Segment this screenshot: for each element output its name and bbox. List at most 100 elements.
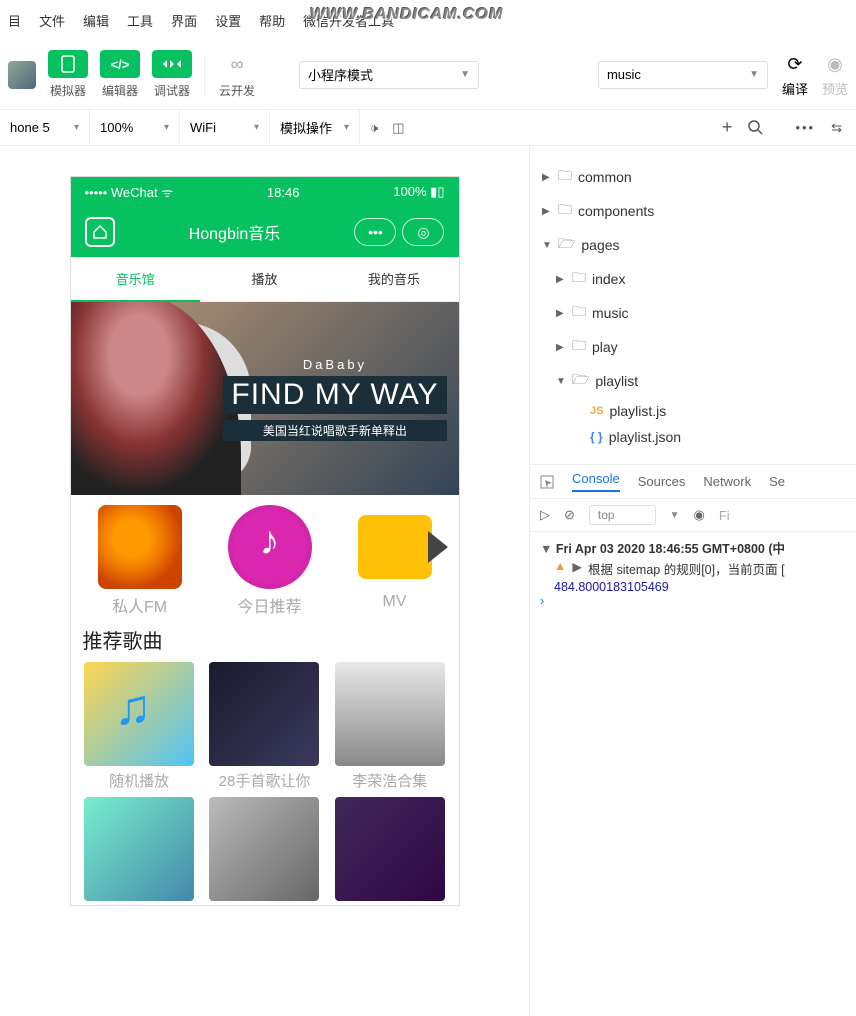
song-grid: 随机播放 28手首歌让你 李荣浩合集 — [71, 662, 459, 905]
mode-value: 小程序模式 — [308, 65, 373, 84]
tab-bar: 音乐馆 播放 我的音乐 — [71, 257, 459, 302]
compile-button[interactable]: ⟳ 编译 — [782, 51, 808, 98]
play-icon[interactable]: ▷ — [540, 507, 550, 523]
folder-icon: 🗁 — [572, 369, 589, 393]
devtab-sources[interactable]: Sources — [638, 474, 686, 489]
fm-icon — [98, 505, 182, 589]
category-mv[interactable]: MV — [358, 505, 432, 617]
simulator-label: 模拟器 — [50, 82, 86, 99]
node-label: music — [592, 305, 629, 321]
battery-icon: ▮▯ — [430, 184, 444, 199]
tab-my-music[interactable]: 我的音乐 — [329, 257, 458, 302]
console-value: 484.8000183105469 — [540, 580, 846, 594]
menu-edit[interactable]: 编辑 — [83, 11, 109, 30]
menu-window[interactable]: 目 — [8, 11, 21, 30]
add-tab-icon[interactable]: + — [722, 117, 733, 138]
folder-node[interactable]: ▶🗀common — [538, 160, 848, 194]
inspect-icon[interactable] — [540, 475, 554, 489]
devtab-network[interactable]: Network — [703, 474, 751, 489]
today-icon — [228, 505, 312, 589]
file-node[interactable]: { }playlist.json — [538, 424, 848, 450]
capsule-menu-button[interactable]: ••• — [354, 218, 396, 246]
preview-label: 预览 — [822, 79, 848, 98]
mv-icon — [358, 515, 432, 579]
banner-subtitle: 美国当红说唱歌手新单释出 — [223, 420, 446, 441]
node-label: play — [592, 339, 618, 355]
device-select[interactable]: hone 5▾ — [0, 110, 90, 145]
warning-icon: ▲ — [554, 559, 566, 578]
split-icon[interactable]: ◫ — [392, 120, 404, 136]
category-today[interactable]: 今日推荐 — [228, 505, 312, 617]
mute-icon[interactable]: 🕩 — [370, 120, 378, 136]
status-bar: ••••• WeChat ᯤ 18:46 100% ▮▯ — [71, 177, 459, 207]
folder-node[interactable]: ▶🗀components — [538, 194, 848, 228]
folder-node[interactable]: ▶🗀music — [538, 296, 848, 330]
zoom-select[interactable]: 100%▾ — [90, 110, 180, 145]
menu-help[interactable]: 帮助 — [259, 11, 285, 30]
menu-file[interactable]: 文件 — [39, 11, 65, 30]
preview-button[interactable]: ◉ 预览 — [822, 51, 848, 98]
js-icon: JS — [590, 405, 603, 417]
home-button[interactable] — [85, 217, 115, 247]
more-icon[interactable]: ••• — [795, 120, 815, 135]
banner-artist: DaBaby — [223, 357, 446, 372]
menu-tools[interactable]: 工具 — [127, 11, 153, 30]
mode-select[interactable]: 小程序模式 ▼ — [299, 61, 479, 89]
banner-title: FIND MY WAY — [223, 376, 446, 414]
console-output: ▼ Fri Apr 03 2020 18:46:55 GMT+0800 (中 ▲… — [530, 532, 856, 1016]
filter-input[interactable]: Fi — [719, 508, 730, 523]
user-avatar[interactable] — [8, 61, 36, 89]
tab-play[interactable]: 播放 — [200, 257, 329, 302]
category-fm[interactable]: 私人FM — [98, 505, 182, 617]
search-icon[interactable] — [748, 120, 763, 135]
song-card[interactable] — [205, 797, 323, 905]
folder-node[interactable]: ▶🗀index — [538, 262, 848, 296]
home-icon — [92, 224, 108, 240]
cloud-dev-button[interactable]: ∞ 云开发 — [217, 50, 257, 99]
file-node[interactable]: JS playlist.js — [538, 398, 848, 424]
section-title: 推荐歌曲 — [71, 621, 459, 662]
network-select[interactable]: WiFi▾ — [180, 110, 270, 145]
song-card[interactable]: 28手首歌让你 — [205, 662, 323, 791]
node-label: playlist.js — [609, 403, 666, 419]
folder-icon: 🗀 — [572, 301, 586, 325]
song-card[interactable]: 随机播放 — [80, 662, 198, 791]
debugger-button[interactable]: 调试器 — [152, 50, 192, 99]
carrier-text: ••••• WeChat ᯤ — [85, 183, 174, 201]
menu-settings[interactable]: 设置 — [215, 11, 241, 30]
folder-node[interactable]: ▶🗀play — [538, 330, 848, 364]
editor-button[interactable]: </> 编辑器 — [100, 50, 140, 99]
capsule-close-button[interactable]: ◎ — [402, 218, 444, 246]
caret-down-icon: ▼ — [749, 69, 759, 80]
console-timestamp: Fri Apr 03 2020 18:46:55 GMT+0800 (中 — [556, 542, 785, 556]
devtools-tabs: Console Sources Network Se — [530, 465, 856, 499]
simulator-button[interactable]: 模拟器 — [48, 50, 88, 99]
console-prompt[interactable]: › — [540, 594, 846, 608]
folder-icon: 🗀 — [558, 199, 572, 223]
project-select[interactable]: music ▼ — [598, 61, 768, 89]
eye-icon[interactable]: ◉ — [694, 507, 705, 523]
wifi-icon: ᯤ — [161, 185, 173, 200]
banner[interactable]: 独家 DaBaby FIND MY WAY 美国当红说唱歌手新单释出 — [71, 302, 459, 495]
panel-icon[interactable]: ⇆ — [831, 120, 842, 136]
simulator-panel: ••••• WeChat ᯤ 18:46 100% ▮▯ Hongbin音乐 •… — [0, 146, 530, 1016]
nav-bar: Hongbin音乐 ••• ◎ — [71, 207, 459, 257]
cloud-label: 云开发 — [219, 82, 255, 99]
song-card[interactable]: 李荣浩合集 — [331, 662, 449, 791]
clear-icon[interactable]: ⊘ — [564, 507, 575, 523]
song-card[interactable] — [331, 797, 449, 905]
context-select[interactable]: top — [589, 505, 656, 525]
file-explorer: ▶🗀common▶🗀components▼🗁pages▶🗀index▶🗀musi… — [530, 146, 856, 465]
clock-text: 18:46 — [267, 185, 300, 200]
song-card[interactable] — [80, 797, 198, 905]
node-label: playlist.json — [609, 429, 681, 445]
menu-interface[interactable]: 界面 — [171, 11, 197, 30]
devtab-console[interactable]: Console — [572, 471, 620, 492]
folder-node[interactable]: ▼🗁pages — [538, 228, 848, 262]
tab-music-hall[interactable]: 音乐馆 — [71, 257, 200, 302]
phone-frame: ••••• WeChat ᯤ 18:46 100% ▮▯ Hongbin音乐 •… — [70, 176, 460, 906]
devtab-more[interactable]: Se — [769, 474, 785, 489]
node-label: common — [578, 169, 632, 185]
folder-node[interactable]: ▼🗁playlist — [538, 364, 848, 398]
mock-select[interactable]: 模拟操作▾ — [270, 110, 360, 145]
